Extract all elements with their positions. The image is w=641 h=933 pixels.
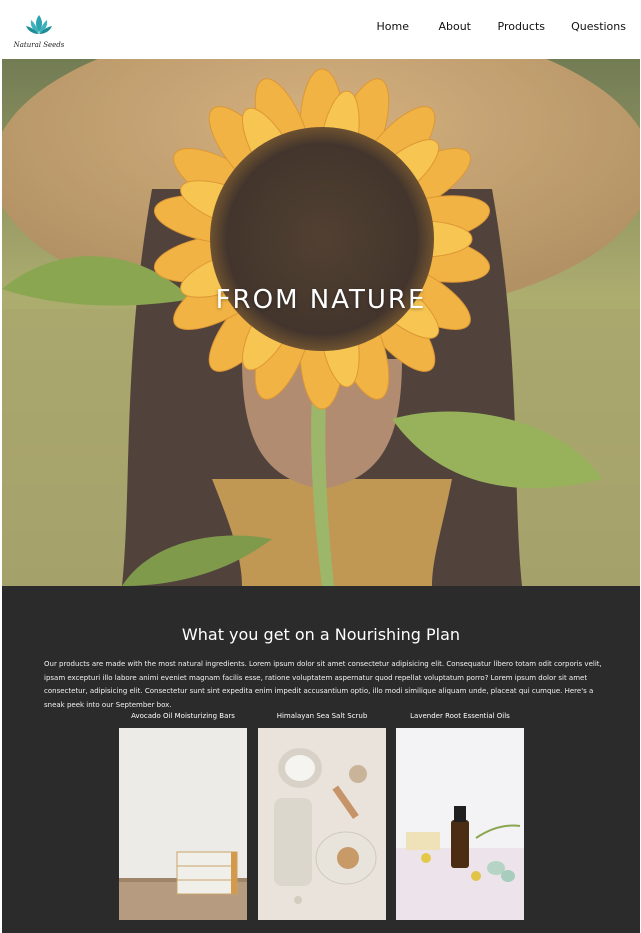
product-name: Lavender Root Essential Oils bbox=[410, 712, 510, 720]
section-title: What you get on a Nourishing Plan bbox=[181, 625, 461, 644]
nav-about[interactable]: About bbox=[438, 20, 471, 33]
product-name: Himalayan Sea Salt Scrub bbox=[276, 712, 368, 720]
product-card[interactable]: Lavender Root Essential Oils bbox=[396, 712, 524, 920]
product-image[interactable] bbox=[258, 728, 386, 920]
product-image[interactable] bbox=[119, 728, 247, 920]
logo-text: Natural Seeds bbox=[13, 41, 65, 49]
product-card[interactable]: Avocado Oil Moisturizing Bars bbox=[119, 712, 247, 920]
nav-products[interactable]: Products bbox=[498, 20, 546, 33]
nav-questions[interactable]: Questions bbox=[571, 20, 626, 33]
hero-banner: FROM NATURE bbox=[2, 59, 640, 586]
nav-home[interactable]: Home bbox=[377, 20, 409, 33]
section-description: Our products are made with the most natu… bbox=[44, 660, 602, 709]
site-header: Natural Seeds Home About Products Questi… bbox=[0, 0, 641, 59]
sunflower-hero-image bbox=[2, 59, 640, 586]
product-image[interactable] bbox=[396, 728, 524, 920]
hero-title: FROM NATURE bbox=[215, 285, 427, 315]
nourishing-plan-section: What you get on a Nourishing Plan Our pr… bbox=[2, 586, 640, 933]
product-card[interactable]: Himalayan Sea Salt Scrub bbox=[258, 712, 386, 920]
product-name: Avocado Oil Moisturizing Bars bbox=[131, 712, 235, 720]
lotus-icon bbox=[26, 15, 52, 34]
brand-logo[interactable]: Natural Seeds bbox=[13, 14, 65, 54]
